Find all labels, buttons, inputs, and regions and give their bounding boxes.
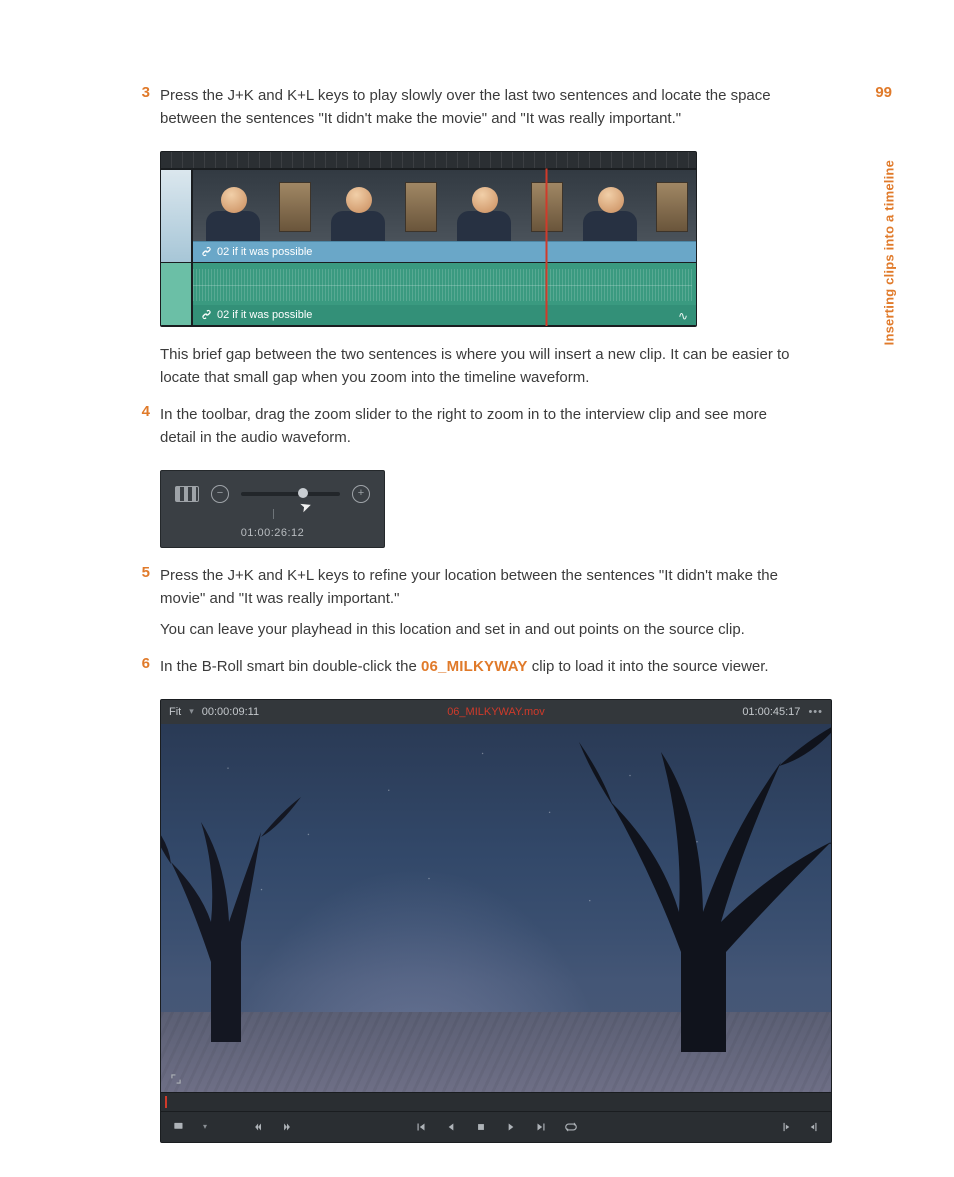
clip-thumbnail xyxy=(319,170,445,241)
section-label: Inserting clips into a timeline xyxy=(881,160,896,345)
page-number: 99 xyxy=(875,84,892,101)
step-6-number: 6 xyxy=(122,655,160,686)
audio-clip-label: 02 if it was possible xyxy=(217,309,312,321)
timeline-ruler[interactable] xyxy=(161,152,696,169)
viewer-duration[interactable]: 00:00:09:11 xyxy=(202,706,259,718)
link-icon xyxy=(201,246,212,257)
figure-timeline: 02 if it was possible 02 if it was possi… xyxy=(160,151,792,327)
zoom-timecode: 01:00:26:12 xyxy=(175,527,370,539)
step-3-number: 3 xyxy=(122,84,160,139)
prev-edit-icon[interactable] xyxy=(253,1119,269,1135)
play-icon[interactable] xyxy=(503,1119,519,1135)
stop-icon[interactable] xyxy=(473,1119,489,1135)
step-5-text: Press the J+K and K+L keys to refine you… xyxy=(160,564,792,611)
mark-out-icon[interactable] xyxy=(805,1119,821,1135)
step-4-text: In the toolbar, drag the zoom slider to … xyxy=(160,403,792,450)
go-to-start-icon[interactable] xyxy=(413,1119,429,1135)
step-4: 4 In the toolbar, drag the zoom slider t… xyxy=(122,403,792,458)
link-icon xyxy=(201,309,212,320)
audio-clip-prev[interactable] xyxy=(161,263,193,325)
zoom-slider[interactable]: ➤ xyxy=(241,492,340,496)
video-clip-label-row: 02 if it was possible xyxy=(193,241,696,262)
chevron-down-icon[interactable]: ▾ xyxy=(189,706,194,717)
figure-zoom-slider: − ➤ + 01:00:26:12 xyxy=(160,470,792,548)
clip-name-highlight: 06_MILKYWAY xyxy=(421,658,528,675)
step-6: 6 In the B-Roll smart bin double-click t… xyxy=(122,655,792,686)
marker-dropdown-icon[interactable] xyxy=(171,1119,187,1135)
clip-thumbnail xyxy=(445,170,571,241)
step-3-after-text: This brief gap between the two sentences… xyxy=(160,343,792,390)
clip-thumbnail xyxy=(193,170,319,241)
step-3: 3 Press the J+K and K+L keys to play slo… xyxy=(122,84,792,139)
viewer-transport: ▾ xyxy=(161,1111,831,1142)
timeline-view-icon[interactable] xyxy=(175,486,199,502)
chevron-down-icon[interactable]: ▾ xyxy=(197,1119,213,1135)
step-3-text: Press the J+K and K+L keys to play slowl… xyxy=(160,84,792,131)
mark-in-icon[interactable] xyxy=(779,1119,795,1135)
source-viewer: Fit ▾ 00:00:09:11 06_MILKYWAY.mov 01:00:… xyxy=(160,699,832,1143)
viewer-frame[interactable] xyxy=(161,724,831,1092)
viewer-scrubber[interactable] xyxy=(161,1092,831,1111)
step-4-number: 4 xyxy=(122,403,160,458)
video-clip-label: 02 if it was possible xyxy=(217,246,312,258)
audio-waveform xyxy=(193,269,692,301)
clip-thumbnail xyxy=(570,170,696,241)
timeline-panel: 02 if it was possible 02 if it was possi… xyxy=(160,151,697,327)
audio-curve-icon[interactable]: ∿ xyxy=(678,309,688,323)
video-clip-main[interactable]: 02 if it was possible xyxy=(193,170,696,262)
zoom-toolbar: − ➤ + 01:00:26:12 xyxy=(160,470,385,548)
video-clip-prev[interactable] xyxy=(161,170,193,262)
viewer-options-icon[interactable]: ••• xyxy=(808,706,823,718)
go-to-end-icon[interactable] xyxy=(533,1119,549,1135)
viewer-timecode[interactable]: 01:00:45:17 xyxy=(742,706,800,718)
play-reverse-icon[interactable] xyxy=(443,1119,459,1135)
content-column: 3 Press the J+K and K+L keys to play slo… xyxy=(122,84,792,1143)
match-frame-icon[interactable] xyxy=(169,1072,183,1086)
figure-source-viewer: Fit ▾ 00:00:09:11 06_MILKYWAY.mov 01:00:… xyxy=(160,699,792,1143)
step-6-text: In the B-Roll smart bin double-click the… xyxy=(160,655,769,678)
playhead[interactable] xyxy=(546,169,547,326)
step-5: 5 Press the J+K and K+L keys to refine y… xyxy=(122,564,792,650)
audio-track[interactable]: 02 if it was possible ∿ xyxy=(161,263,696,326)
viewer-clip-title: 06_MILKYWAY.mov xyxy=(161,706,831,718)
scrubber-playhead[interactable] xyxy=(165,1096,167,1108)
next-edit-icon[interactable] xyxy=(279,1119,295,1135)
fit-dropdown[interactable]: Fit xyxy=(169,706,181,718)
video-track[interactable]: 02 if it was possible xyxy=(161,169,696,263)
loop-icon[interactable] xyxy=(563,1119,579,1135)
viewer-header: Fit ▾ 00:00:09:11 06_MILKYWAY.mov 01:00:… xyxy=(161,700,831,724)
step-3-after: This brief gap between the two sentences… xyxy=(122,343,792,398)
zoom-out-button[interactable]: − xyxy=(211,485,229,503)
step-5-number: 5 xyxy=(122,564,160,650)
zoom-in-button[interactable]: + xyxy=(352,485,370,503)
audio-clip-label-row: 02 if it was possible ∿ xyxy=(193,305,696,325)
step-5-text2: You can leave your playhead in this loca… xyxy=(160,618,792,641)
